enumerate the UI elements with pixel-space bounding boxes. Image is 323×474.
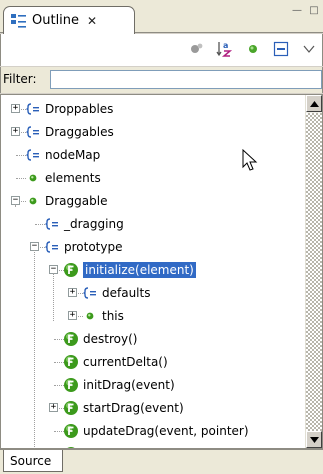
expand-icon[interactable]: + [11, 127, 20, 136]
expand-icon[interactable]: + [68, 288, 77, 297]
scroll-up-button[interactable] [306, 95, 322, 112]
tree-row-label: elements [45, 171, 101, 185]
outline-tab[interactable]: Outline ✕ [3, 6, 135, 34]
tree-row-label-selected: initialize(element) [83, 262, 196, 278]
tree-row[interactable]: + this [1, 305, 301, 328]
tree-row-label: prototype [64, 240, 123, 254]
view-menu-icon[interactable] [300, 40, 318, 58]
tree-row[interactable]: + Draggables [1, 121, 301, 144]
field-icon [82, 285, 98, 301]
view-tab-bar: Outline ✕ — □ [0, 0, 323, 34]
function-icon [63, 354, 79, 370]
expand-icon[interactable]: + [49, 403, 58, 412]
tree-row-label: currentDelta() [83, 355, 168, 369]
tree-row-label: startDrag(event) [83, 401, 184, 415]
tree-row-label: Droppables [45, 102, 114, 116]
filter-label: Filter: [3, 72, 37, 86]
expand-icon[interactable]: + [68, 311, 77, 320]
field-icon [44, 239, 60, 255]
tree-row-label: nodeMap [45, 148, 101, 162]
mouse-pointer-icon [242, 149, 258, 171]
tab-source-label: Source [10, 454, 52, 468]
function-icon [63, 423, 79, 439]
scrollbar-track[interactable] [306, 113, 322, 431]
field-icon [44, 216, 60, 232]
tree-guide-line [53, 273, 54, 321]
outline-icon [10, 12, 28, 30]
function-icon [63, 400, 79, 416]
outline-tree: + Droppables + Draggables nodeMap elements − Dr… [0, 94, 323, 449]
tree-row[interactable]: _dragging [1, 213, 301, 236]
tree-row-label: Draggable [45, 194, 108, 208]
tree-guide-line [34, 250, 35, 448]
function-icon [63, 377, 79, 393]
vertical-scrollbar[interactable] [305, 95, 322, 448]
tree-row[interactable]: + startDrag(event) [1, 397, 301, 420]
collapse-all-icon[interactable] [272, 40, 290, 58]
tree-row-label: updateDrag(event, pointer) [83, 424, 249, 438]
tree-row[interactable]: destroy() [1, 328, 301, 351]
field-icon [25, 147, 41, 163]
tree-row[interactable]: + Droppables [1, 98, 301, 121]
variable-icon [25, 193, 41, 209]
filter-row: Filter: [0, 67, 323, 93]
tree-row-label: defaults [102, 286, 151, 300]
function-icon [63, 262, 79, 278]
hide-fields-icon[interactable] [188, 40, 206, 58]
maximize-icon[interactable]: □ [307, 4, 321, 16]
svg-text:a: a [223, 41, 228, 50]
variable-icon [82, 308, 98, 324]
tree-row[interactable]: − Draggable [1, 190, 301, 213]
outline-toolbar: a [0, 34, 323, 66]
tree-row-label: Draggables [45, 125, 114, 139]
editor-mode-tabs: Source [0, 449, 323, 474]
arrow-up-icon [309, 100, 319, 107]
window-controls: — □ [290, 4, 321, 16]
tree-guide-line [15, 204, 16, 206]
close-icon[interactable]: ✕ [87, 14, 97, 28]
tab-title: Outline [32, 13, 80, 28]
outline-view: Outline ✕ — □ a Filter: + Droppables + D… [0, 0, 323, 474]
variable-icon [25, 170, 41, 186]
minimize-icon[interactable]: — [290, 4, 304, 16]
tree-row-label: _dragging [64, 217, 124, 231]
tree-row[interactable]: currentDelta() [1, 351, 301, 374]
tree-row[interactable]: − initialize(element) [1, 259, 301, 282]
sort-alphabetically-icon[interactable]: a [216, 40, 234, 58]
field-icon [25, 124, 41, 140]
tree-row[interactable]: − prototype [1, 236, 301, 259]
arrow-down-icon [309, 436, 319, 443]
tree-row[interactable]: + defaults [1, 282, 301, 305]
filter-input[interactable] [50, 70, 322, 89]
function-icon [63, 331, 79, 347]
field-icon [25, 101, 41, 117]
hide-non-public-icon[interactable] [244, 40, 262, 58]
tree-row-label: this [102, 309, 124, 323]
tree-row-label: initDrag(event) [83, 378, 175, 392]
tree-row[interactable]: updateDrag(event, pointer) [1, 420, 301, 443]
tree-row[interactable]: initDrag(event) [1, 374, 301, 397]
tab-source[interactable]: Source [3, 450, 63, 472]
expand-icon[interactable]: + [11, 104, 20, 113]
scroll-down-button[interactable] [306, 431, 322, 448]
tree-row-label: destroy() [83, 332, 138, 346]
